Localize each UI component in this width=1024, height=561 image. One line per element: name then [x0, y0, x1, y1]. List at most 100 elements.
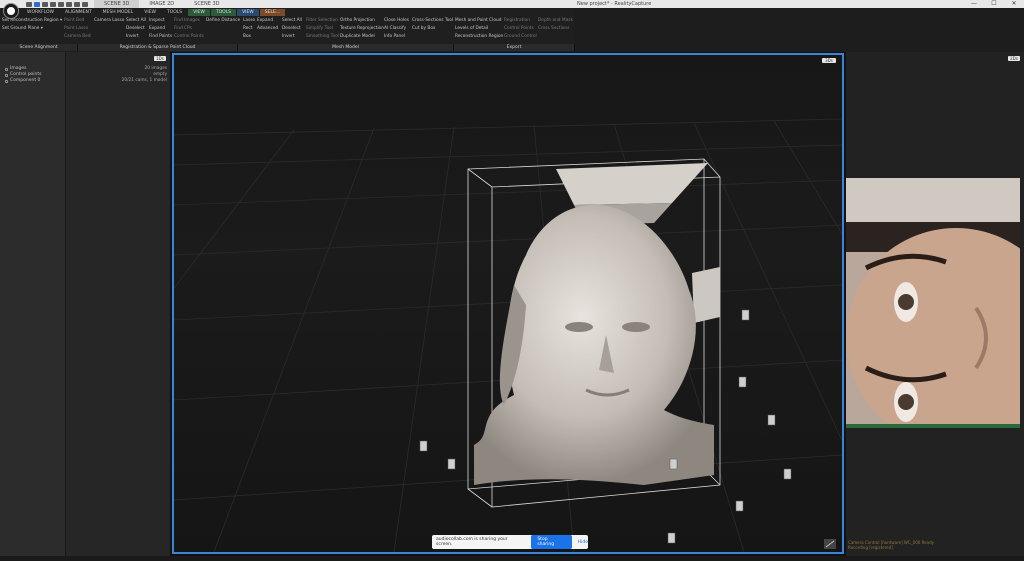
- ribbon-tab-view-7[interactable]: VIEW: [237, 9, 259, 16]
- ribbon-tab-workflow-0[interactable]: WORKFLOW: [22, 9, 59, 16]
- minimize-button[interactable]: —: [964, 0, 984, 8]
- layout-icon[interactable]: [74, 1, 80, 7]
- camera-marker[interactable]: [669, 458, 678, 470]
- ribbon-command-ground-control[interactable]: Ground Control: [504, 34, 537, 39]
- save-icon[interactable]: [42, 1, 48, 7]
- camera-marker[interactable]: [741, 309, 750, 321]
- close-button[interactable]: ✕: [1004, 0, 1024, 8]
- mesh-block-top: [556, 163, 708, 205]
- ribbon-column: Set Reconstruction Region ▾ Set Ground Pl…: [2, 18, 62, 31]
- open-icon[interactable]: [34, 1, 40, 7]
- ribbon-command-texture-reprojection[interactable]: Texture Reprojection: [340, 26, 384, 31]
- ribbon-command-cut-by-box[interactable]: Cut by Box: [412, 26, 453, 31]
- ribbon-command-cross-sections-tool[interactable]: Cross-Sections Tool: [412, 18, 453, 23]
- new-project-icon[interactable]: [26, 1, 32, 7]
- 3ds-view-button[interactable]: 3Ds: [822, 58, 836, 63]
- camera-marker[interactable]: [419, 440, 428, 452]
- ribbon-command-rect[interactable]: Rect: [243, 26, 255, 31]
- ribbon-tab-tools-6[interactable]: TOOLS: [210, 9, 237, 16]
- project-info: 1Ds 20 images empty 20/21 cams, 1 model: [66, 52, 170, 561]
- ribbon-tab-sele-8[interactable]: SELE...: [259, 9, 286, 16]
- ribbon-tab-meshmodel-2[interactable]: MESH MODEL: [98, 9, 139, 16]
- tree-item-component[interactable]: Component 0: [0, 78, 65, 84]
- camera-marker[interactable]: [783, 468, 792, 480]
- ribbon-command-expand[interactable]: Expand: [149, 26, 172, 31]
- ribbon-command-find-images[interactable]: Find Images: [174, 18, 204, 23]
- ribbon-command-select-all[interactable]: Select All: [126, 18, 146, 23]
- ribbon-command-invert[interactable]: Invert: [126, 34, 146, 39]
- stop-sharing-button[interactable]: Stop sharing: [531, 535, 572, 549]
- ribbon-command-info-panel[interactable]: Info Panel: [384, 34, 409, 39]
- ribbon-command-define-distance[interactable]: Define Distance: [206, 18, 240, 23]
- 2ds-view-button[interactable]: 2Ds: [1008, 56, 1020, 61]
- ribbon-command-simplify-tool[interactable]: Simplify Tool: [306, 26, 339, 31]
- camera-marker[interactable]: [738, 376, 747, 388]
- ribbon-command-ortho-projection[interactable]: Ortho Projection: [340, 18, 384, 23]
- help-icon[interactable]: [82, 1, 88, 7]
- doc-tab-image-2d[interactable]: IMAGE 2D: [139, 0, 184, 8]
- ribbon-command-camera-lasso[interactable]: Camera Lasso: [94, 18, 124, 23]
- ribbon-command-registration[interactable]: Registration: [504, 18, 537, 23]
- ribbon-command-lasso[interactable]: Lasso: [243, 18, 255, 23]
- undo-icon[interactable]: [50, 1, 56, 7]
- ribbon-command-deselect[interactable]: Deselect: [282, 26, 302, 31]
- ribbon-column: Inspect Expand Find Points: [149, 18, 172, 39]
- ribbon-command-smoothing-tool[interactable]: Smoothing Tool: [306, 34, 339, 39]
- camera-marker[interactable]: [447, 458, 456, 470]
- ribbon-command-reconstruction-region[interactable]: Reconstruction Region: [455, 34, 503, 39]
- ribbon-column: Ortho Projection Texture Reprojection Dupl…: [340, 18, 384, 39]
- ribbon-command-control-points[interactable]: Control Points: [174, 34, 204, 39]
- ribbon-command-control-points[interactable]: Control Points: [504, 26, 537, 31]
- ribbon-column: Expand Advanced: [257, 18, 278, 31]
- ribbon-tab-tools-4[interactable]: TOOLS: [162, 9, 187, 16]
- mesh-block-side: [692, 267, 720, 323]
- ribbon-command-select-all[interactable]: Select All: [282, 18, 302, 23]
- ribbon-column: Registration Control Points Ground Control: [504, 18, 537, 39]
- ribbon-command-duplicate-model[interactable]: Duplicate Model: [340, 34, 384, 39]
- ribbon-command-levels-of-detail[interactable]: Levels of Detail: [455, 26, 503, 31]
- ribbon-command-mesh-and-point-cloud[interactable]: Mesh and Point Cloud: [455, 18, 503, 23]
- doc-tab-scene-3d[interactable]: SCENE 3D: [94, 0, 140, 8]
- app-logo-icon[interactable]: [4, 4, 18, 18]
- quick-access-toolbar: [26, 1, 88, 7]
- 3d-viewport[interactable]: 3Ds: [172, 53, 844, 554]
- expand-icon[interactable]: [5, 79, 8, 83]
- ribbon-command-invert[interactable]: Invert: [282, 34, 302, 39]
- ribbon-command-set-ground-plane[interactable]: Set Ground Plane ▾: [2, 26, 62, 31]
- ribbon-command-find-points[interactable]: Find Points: [149, 34, 172, 39]
- hide-share-bar-button[interactable]: Hide: [578, 540, 588, 545]
- ribbon-command-expand[interactable]: Expand: [257, 18, 278, 23]
- ribbon-command-cross-sections[interactable]: Cross Sections: [538, 26, 573, 31]
- ribbon-command-depth-and-mask[interactable]: Depth and Mask: [538, 18, 573, 23]
- redo-icon[interactable]: [58, 1, 64, 7]
- ribbon-command-point-bed[interactable]: Point Bed: [64, 18, 91, 23]
- ribbon-column: Point Bed Point Lasso Camera Bed: [64, 18, 91, 39]
- ribbon-command-filter-selection[interactable]: Filter Selection: [306, 18, 339, 23]
- title-bar: SCENE 3D IMAGE 2D SCENE 3D New project* …: [0, 0, 1024, 8]
- ribbon-column: Select All Deselect Invert: [126, 18, 146, 39]
- expand-icon[interactable]: [5, 73, 8, 77]
- ribbon-command-ai-classify[interactable]: AI Classify: [384, 26, 409, 31]
- ribbon-command-point-lasso[interactable]: Point Lasso: [64, 26, 91, 31]
- ribbon-command-deselect[interactable]: Deselect: [126, 26, 146, 31]
- ribbon-command-find-cps[interactable]: Find CPs: [174, 26, 204, 31]
- ribbon-command-close-holes[interactable]: Close Holes: [384, 18, 409, 23]
- camera-marker[interactable]: [767, 414, 776, 426]
- settings-icon[interactable]: [66, 1, 72, 7]
- ribbon-command-advanced[interactable]: Advanced: [257, 26, 278, 31]
- ribbon-tab-view-3[interactable]: VIEW: [139, 9, 161, 16]
- ribbon-tab-view-5[interactable]: VIEW: [188, 9, 210, 16]
- 1ds-view-button[interactable]: 1Ds: [154, 56, 166, 61]
- expand-icon[interactable]: [5, 67, 8, 71]
- webcam-feed: [846, 178, 1020, 428]
- ribbon-command-box[interactable]: Box: [243, 34, 255, 39]
- ribbon-command-set-reconstruction-region[interactable]: Set Reconstruction Region ▾: [2, 18, 62, 23]
- ribbon-tab-alignment-1[interactable]: ALIGNMENT: [60, 9, 97, 16]
- camera-marker[interactable]: [735, 500, 744, 512]
- maximize-button[interactable]: ☐: [984, 0, 1004, 8]
- axis-gizmo-icon[interactable]: [824, 539, 836, 549]
- ribbon-command-camera-bed[interactable]: Camera Bed: [64, 34, 91, 39]
- camera-marker[interactable]: [667, 532, 676, 544]
- ribbon-command-inspect[interactable]: Inspect: [149, 18, 172, 23]
- doc-tab-scene-3d-2[interactable]: SCENE 3D: [184, 0, 229, 8]
